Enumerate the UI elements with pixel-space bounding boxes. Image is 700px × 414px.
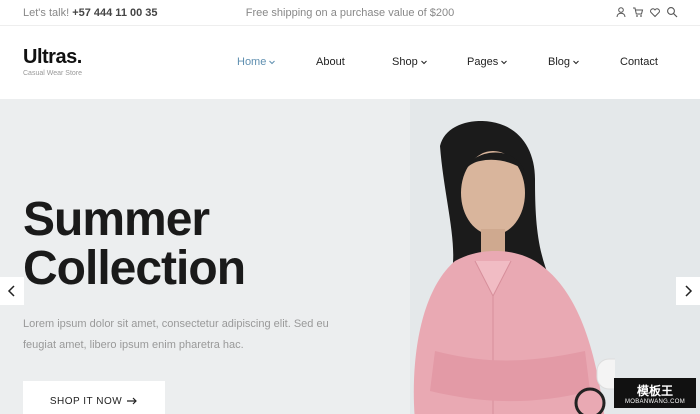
nav-item-blog[interactable]: Blog xyxy=(548,56,580,68)
site-header: Ultras. Casual Wear Store Home About Sho… xyxy=(0,26,700,99)
watermark-url: MOBANWANG.COM xyxy=(624,398,685,405)
nav-item-contact[interactable]: Contact xyxy=(620,56,658,68)
chevron-right-icon xyxy=(685,285,693,297)
heart-icon[interactable] xyxy=(649,6,661,18)
model-photo xyxy=(413,121,615,414)
chevron-down-icon xyxy=(420,60,427,65)
nav-item-shop[interactable]: Shop xyxy=(392,56,428,68)
watermark-title: 模板王 xyxy=(636,383,673,398)
arrow-right-icon xyxy=(127,397,138,405)
hero-title-line2: Collection xyxy=(23,242,246,295)
nav-label-home: Home xyxy=(237,56,267,68)
brand-name: Ultras. xyxy=(23,46,82,68)
hero-description: Lorem ipsum dolor sit amet, consectetur … xyxy=(23,318,329,351)
talk-label: Let's talk! xyxy=(23,7,70,19)
utility-icons xyxy=(615,6,678,18)
nav-label-blog: Blog xyxy=(548,56,571,68)
chevron-down-icon xyxy=(573,60,579,65)
hero-title: Summer Collection xyxy=(23,193,246,295)
chevron-down-icon xyxy=(501,60,508,65)
contact-line: Let's talk! +57 444 11 00 35 xyxy=(23,7,158,19)
logo[interactable]: Ultras. Casual Wear Store xyxy=(23,46,82,77)
brand-tagline: Casual Wear Store xyxy=(23,70,83,77)
nav-label-shop: Shop xyxy=(392,56,418,68)
nav-item-home[interactable]: Home xyxy=(237,56,276,68)
hero-slider: Summer Collection Lorem ipsum dolor sit … xyxy=(0,99,700,414)
hero-title-line1: Summer xyxy=(23,193,210,246)
shop-now-button[interactable]: SHOP IT NOW xyxy=(23,381,165,414)
nav-label-pages: Pages xyxy=(467,56,499,68)
nav-label-contact: Contact xyxy=(620,56,658,68)
cart-icon[interactable] xyxy=(632,6,644,18)
phone-number[interactable]: +57 444 11 00 35 xyxy=(72,7,157,19)
nav-label-about: About xyxy=(316,56,345,68)
slider-next-button[interactable] xyxy=(676,277,700,305)
watermark-badge: 模板王 MOBANWANG.COM xyxy=(614,378,696,408)
slider-prev-button[interactable] xyxy=(0,277,24,305)
nav-item-about[interactable]: About xyxy=(316,56,345,68)
nav-item-pages[interactable]: Pages xyxy=(467,56,508,68)
user-icon[interactable] xyxy=(615,6,627,18)
top-bar: Let's talk! +57 444 11 00 35 Free shippi… xyxy=(0,0,700,26)
search-icon[interactable] xyxy=(666,6,678,18)
chevron-left-icon xyxy=(7,285,15,297)
chevron-down-icon xyxy=(269,60,276,65)
shop-now-label: SHOP IT NOW xyxy=(49,395,123,407)
